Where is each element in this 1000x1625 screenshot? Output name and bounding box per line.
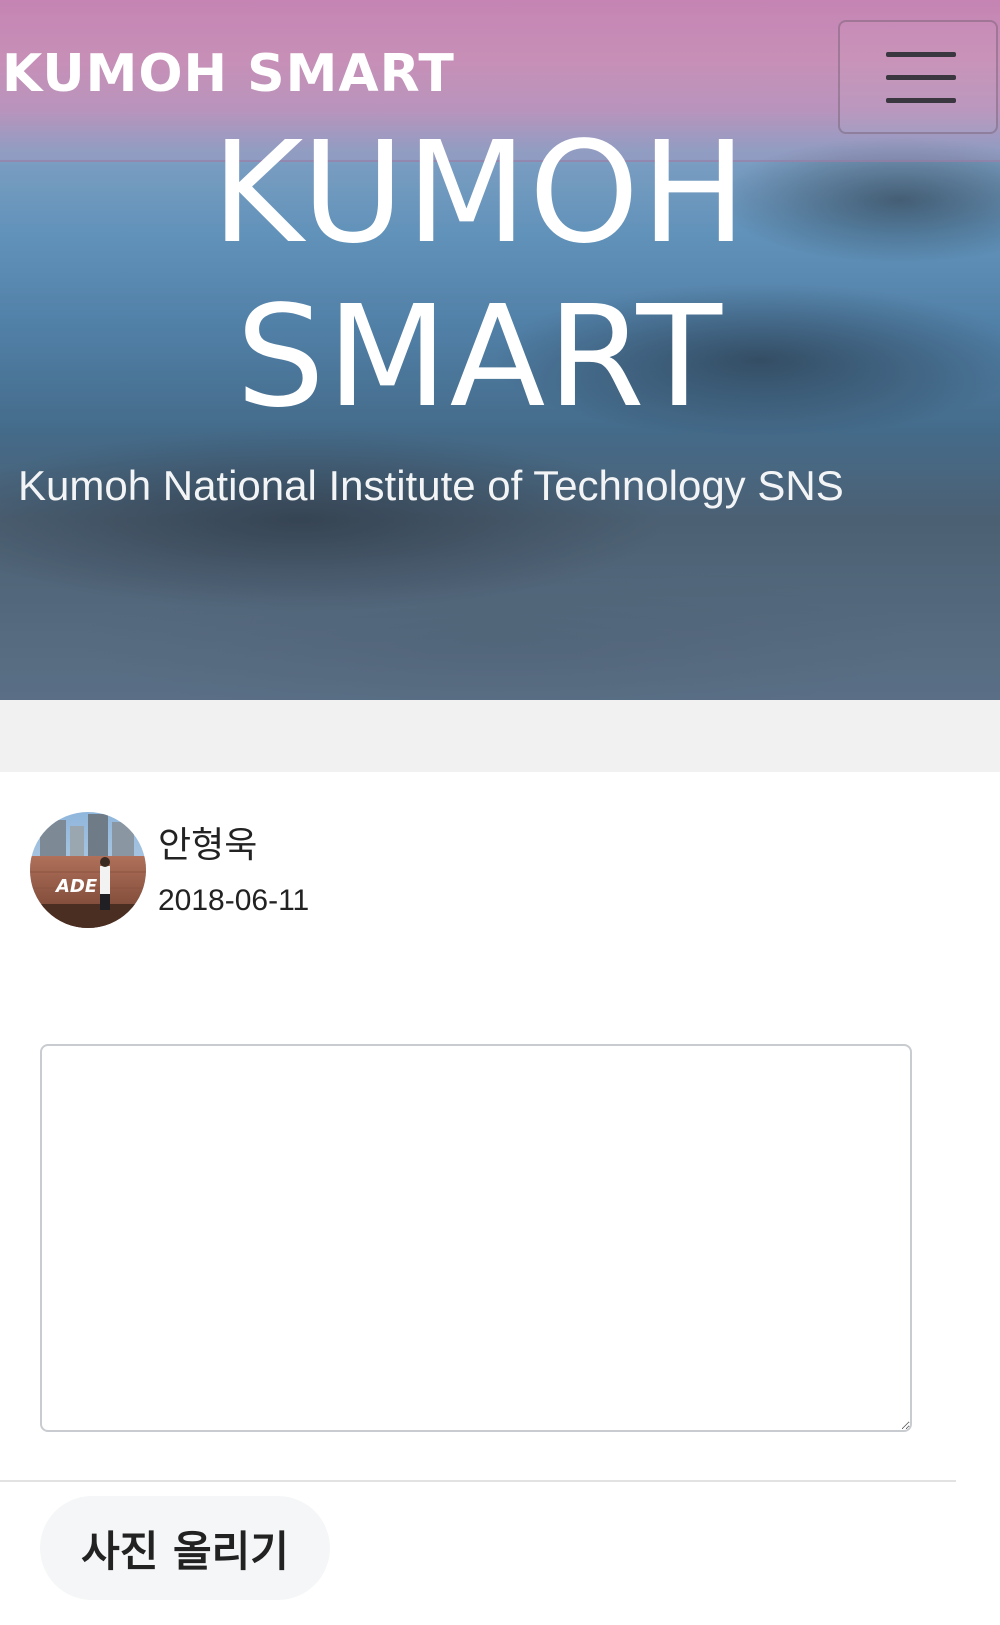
svg-text:ADE: ADE <box>54 876 98 897</box>
brand-link[interactable]: KUMOH SMART <box>2 44 455 104</box>
hero-title-line2: SMART <box>235 276 725 439</box>
user-name[interactable]: 안형욱 <box>158 816 257 868</box>
upload-photo-button[interactable]: 사진 올리기 <box>40 1496 330 1600</box>
avatar[interactable]: ADE <box>30 812 146 928</box>
post-content-textarea[interactable] <box>40 1044 912 1432</box>
hero-title: KUMOH SMART <box>0 112 960 440</box>
hero-banner: KUMOH SMART KUMOH SMART Kumoh National I… <box>0 0 1000 700</box>
avatar-photo: ADE <box>30 812 146 928</box>
post-date: 2018-06-11 <box>158 884 310 917</box>
section-gap <box>0 700 1000 772</box>
hero-title-line1: KUMOH <box>211 112 749 275</box>
hero-subtitle: Kumoh National Institute of Technology S… <box>18 462 844 509</box>
divider <box>0 1480 956 1482</box>
post-composer-card: ADE 안형욱 2018-06-11 사진 올리기 <box>0 772 1000 1625</box>
